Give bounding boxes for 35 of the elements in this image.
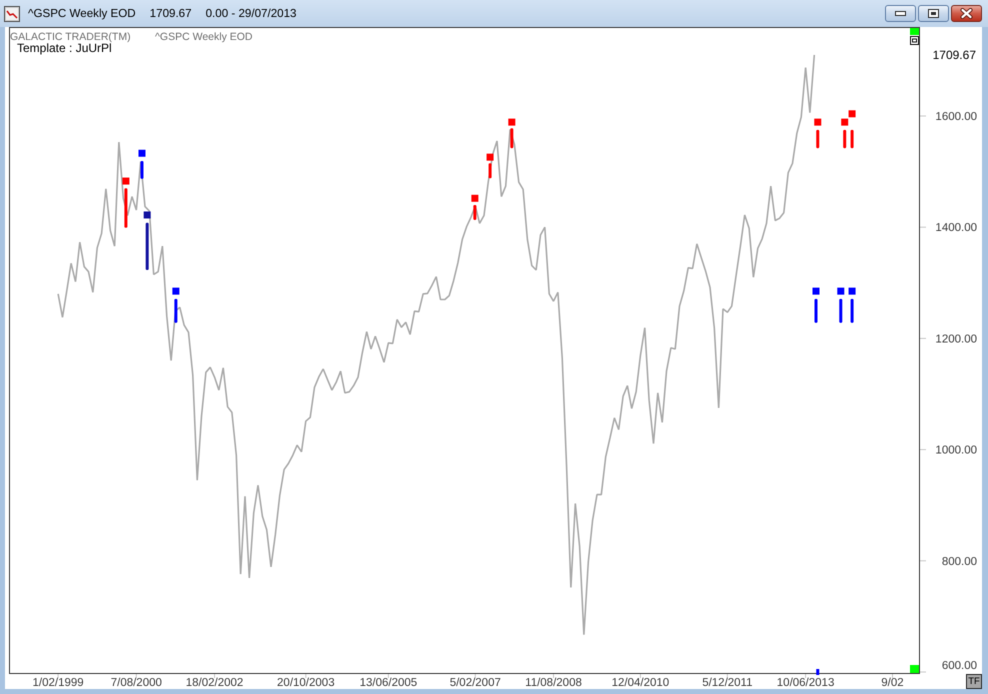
template-label: Template : JuUrPl — [17, 41, 112, 55]
square-frame-icon[interactable] — [910, 36, 919, 45]
title-price: 1709.67 — [150, 7, 192, 20]
line-chart-icon — [4, 6, 20, 22]
corner-marker-icon — [910, 28, 919, 35]
x-axis-label: 10/06/2013 — [776, 677, 834, 689]
x-axis-label: 20/10/2003 — [277, 677, 335, 689]
x-axis-label: 5/12/2011 — [702, 677, 752, 689]
x-axis-label: 7/08/2000 — [110, 677, 162, 689]
brand-label: GALACTIC TRADER(TM) — [10, 31, 131, 43]
x-axis-label: 9/02 — [881, 677, 904, 689]
window-title: ^GSPC Weekly EOD — [28, 7, 136, 20]
title-change-date: 0.00 - 29/07/2013 — [206, 7, 296, 20]
x-axis-label: 5/02/2007 — [450, 677, 501, 689]
minimize-icon — [895, 11, 906, 16]
restore-icon — [928, 9, 939, 18]
x-axis-label: 12/04/2010 — [612, 677, 670, 689]
y-axis-label: 1000.00 — [935, 444, 977, 457]
y-axis-label: 1200.00 — [935, 333, 977, 346]
y-axis-label: 600.00 — [942, 660, 977, 672]
y-axis-label: 800.00 — [942, 556, 977, 568]
close-button[interactable] — [951, 5, 982, 22]
close-icon — [960, 8, 973, 19]
minimize-button[interactable] — [885, 5, 916, 22]
x-axis-label: 13/06/2005 — [360, 677, 418, 689]
series-label: ^GSPC Weekly EOD — [155, 31, 253, 43]
y-axis-label: 1400.00 — [935, 222, 977, 234]
y-axis-label: 1600.00 — [935, 111, 977, 124]
corner-marker-icon — [910, 665, 919, 673]
tf-button[interactable]: TF — [966, 674, 982, 689]
x-axis-label: 1/02/1999 — [32, 677, 84, 689]
last-price-label: 1709.67 — [932, 48, 976, 62]
restore-button[interactable] — [918, 5, 949, 22]
x-axis-label: 18/02/2002 — [186, 677, 244, 689]
x-axis-label: 11/08/2008 — [525, 677, 582, 689]
